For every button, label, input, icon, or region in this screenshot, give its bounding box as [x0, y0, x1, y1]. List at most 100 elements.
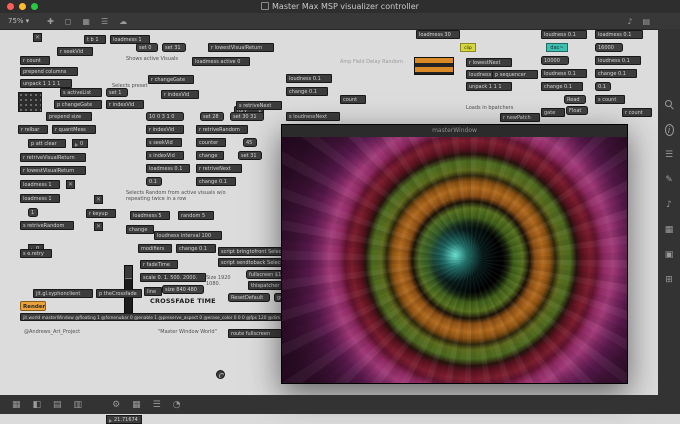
max-object-box[interactable]: s loudnessNext	[286, 112, 340, 121]
max-message-box[interactable]: set 31	[238, 151, 262, 160]
modules-icon[interactable]: ▦	[132, 396, 141, 414]
max-message-box[interactable]: 1	[28, 208, 38, 217]
max-object-box[interactable]: loudness 0.1	[541, 69, 587, 78]
max-live-object[interactable]: dac~	[546, 43, 568, 52]
max-object-box[interactable]: change 0.1	[176, 244, 216, 253]
max-object-box[interactable]: random 5	[178, 211, 214, 220]
max-object-box[interactable]: p att clear	[28, 139, 66, 148]
max-object-box[interactable]: r indexVid	[106, 100, 144, 109]
zoom-control[interactable]: 75% ▾	[8, 17, 29, 25]
max-toggle[interactable]	[33, 33, 42, 42]
inspector-icon[interactable]: ☰	[665, 149, 673, 161]
max-multislider[interactable]	[414, 57, 454, 75]
max-object-box[interactable]: counter	[196, 138, 226, 147]
max-toggle[interactable]	[94, 195, 103, 204]
max-object-box[interactable]: change	[196, 151, 224, 160]
max-object-box[interactable]: loadmess 1	[20, 194, 60, 203]
max-object-box[interactable]: s indexVid	[146, 151, 184, 160]
max-object-box[interactable]: s retriveNext	[236, 101, 282, 110]
settings-icon[interactable]: ⚙	[112, 396, 120, 414]
max-object-box[interactable]: r lowestVisualReturn	[208, 43, 274, 52]
columns-icon[interactable]: ▥	[74, 396, 83, 414]
max-object-box[interactable]: change 0.1	[286, 87, 328, 96]
meter-icon[interactable]: ◧	[33, 396, 42, 414]
max-object-box[interactable]: r count	[20, 56, 50, 65]
max-object-box[interactable]: gate	[541, 108, 565, 117]
info-icon[interactable]: i	[664, 124, 674, 136]
max-object-box[interactable]: change	[126, 225, 154, 234]
max-message-box[interactable]: set 31	[162, 43, 186, 52]
audio-status-icon[interactable]: ♪	[666, 199, 672, 211]
max-number-box[interactable]: 21.71674	[106, 415, 142, 424]
max-message-box[interactable]: 45	[243, 138, 257, 147]
max-object-box[interactable]: prepend size	[46, 112, 92, 121]
max-object-box[interactable]: loadmess 5	[130, 211, 170, 220]
max-object-box[interactable]: route fullscreen	[228, 329, 282, 338]
max-message-box[interactable]: set 28	[200, 112, 224, 121]
cloud-share-icon[interactable]: ☁	[119, 14, 127, 29]
max-object-box[interactable]: change 0.1	[196, 177, 236, 186]
max-object-box[interactable]: jit.world masterWindow @floating 1 @fsme…	[20, 313, 284, 321]
max-object-box[interactable]: loadmess 1	[20, 180, 60, 189]
snippets-icon[interactable]: ▣	[665, 249, 674, 261]
lock-patcher-icon[interactable]: ◻	[65, 14, 72, 29]
max-message-box[interactable]: 10000	[541, 56, 569, 65]
max-object-box[interactable]: r newPatch	[500, 113, 540, 122]
max-object-box[interactable]: unpack 1 1 1	[466, 82, 512, 91]
max-object-box[interactable]: loadmess 0.1	[146, 164, 190, 173]
max-message-box[interactable]: 0.1	[595, 82, 611, 91]
max-object-box[interactable]: p sequencer	[492, 70, 538, 79]
max-object-box[interactable]: r fadeTime	[140, 260, 178, 269]
master-window[interactable]: masterWindow	[281, 124, 628, 384]
max-object-box[interactable]: loudness 0.1	[286, 74, 332, 83]
max-toggle[interactable]	[66, 180, 75, 189]
max-object-box[interactable]: s count	[595, 95, 625, 104]
max-object-box[interactable]: r retriveRandom	[196, 125, 248, 134]
max-object-box[interactable]: loudness interval 100	[154, 231, 222, 240]
max-object-box[interactable]: p changeGate	[54, 100, 102, 109]
max-message-box[interactable]: Read	[564, 95, 586, 104]
audio-on-icon[interactable]: ♪	[627, 14, 632, 29]
max-message-box[interactable]: set 0	[136, 43, 158, 52]
render-button[interactable]: Render	[20, 301, 46, 311]
max-object-box[interactable]: r quantMess	[52, 125, 96, 134]
max-object-box[interactable]: r indexVid	[146, 125, 184, 134]
max-object-box[interactable]: r indexVid	[161, 90, 199, 99]
max-object-box[interactable]: r count	[622, 108, 652, 117]
clip-indicator[interactable]: clip	[460, 43, 476, 52]
max-object-box[interactable]: jit.gl.syphonclient	[33, 289, 93, 298]
max-object-box[interactable]: loadmess 30	[416, 30, 460, 39]
max-object-box[interactable]: r keyup	[86, 209, 116, 218]
max-object-box[interactable]: loudness 0.1	[595, 56, 641, 65]
max-object-box[interactable]: t b 1	[84, 35, 106, 44]
max-object-box[interactable]: s seekVid	[146, 138, 182, 147]
max-object-box[interactable]: loadmess 0.1	[595, 30, 643, 39]
max-toggle[interactable]	[94, 222, 103, 231]
max-object-box[interactable]: s e.retry	[20, 249, 52, 258]
max-message-box[interactable]: 10 0 3 1 0	[146, 112, 184, 121]
add-object-icon[interactable]: ✚	[47, 14, 54, 29]
max-message-box[interactable]: Float	[566, 106, 588, 115]
max-object-box[interactable]: scale 0. 1. 500. 2000.	[140, 273, 206, 282]
max-object-box[interactable]: loadmess active 0	[192, 57, 250, 66]
max-message-box[interactable]: set 30 31	[230, 112, 264, 121]
search-icon[interactable]	[664, 99, 674, 111]
max-object-box[interactable]: prepend columns	[20, 67, 78, 76]
max-object-box[interactable]: r seekVid	[57, 47, 93, 56]
max-message-box[interactable]: 0.1	[146, 177, 162, 186]
max-object-box[interactable]: unpack 1 1 1 1	[20, 79, 72, 88]
grid-toggle-icon[interactable]: ▦	[82, 14, 90, 29]
max-message-box[interactable]: 16000	[595, 43, 623, 52]
media-browser-icon[interactable]: ▦	[665, 224, 674, 236]
max-object-box[interactable]: s activeList	[60, 88, 102, 97]
max-object-box[interactable]: r lowestNext	[466, 58, 512, 67]
max-object-box[interactable]: modifiers	[138, 244, 172, 253]
mixer-icon[interactable]: ▤	[642, 14, 650, 29]
max-object-box[interactable]: s retriveRandom	[20, 221, 74, 230]
max-object-box[interactable]: change 0.1	[595, 69, 637, 78]
max-object-box[interactable]: p theCrossfade	[96, 289, 142, 298]
lines-icon[interactable]: ☰	[153, 396, 161, 414]
max-object-box[interactable]: r lowestVisualReturn	[20, 166, 86, 175]
max-object-box[interactable]: change 0.1	[541, 82, 583, 91]
max-object-box[interactable]: count	[340, 95, 366, 104]
